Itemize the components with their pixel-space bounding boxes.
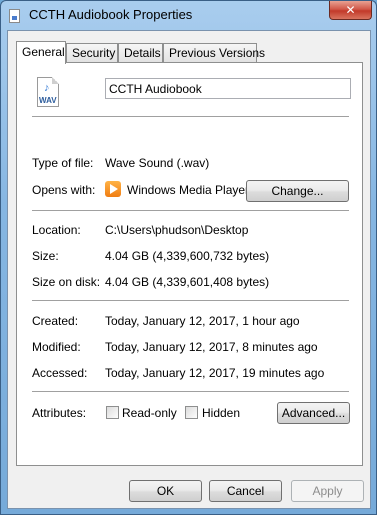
read-only-label[interactable]: Read-only: [122, 406, 177, 420]
separator: [32, 391, 349, 393]
accessed-label: Accessed:: [32, 366, 88, 380]
separator: [32, 300, 349, 302]
dialog-client-area: General Security Details Previous Versio…: [7, 30, 371, 509]
attributes-label: Attributes:: [32, 406, 87, 420]
ok-button[interactable]: OK: [129, 480, 202, 502]
properties-window: CCTH Audiobook Properties ✕ General Secu…: [0, 0, 377, 515]
read-only-checkbox[interactable]: [106, 406, 119, 419]
opens-with-value: Windows Media Player: [127, 183, 250, 197]
created-label: Created:: [32, 314, 79, 328]
general-tab-panel: ♪ WAV Type of file: Wave Sound (.wav) Op…: [16, 62, 363, 466]
close-button[interactable]: ✕: [329, 1, 372, 20]
separator: [32, 116, 349, 118]
tab-general[interactable]: General: [16, 41, 66, 64]
size-value: 4.04 GB (4,339,600,732 bytes): [105, 249, 270, 263]
file-icon: [9, 9, 20, 23]
music-note-icon: ♪: [44, 82, 50, 94]
file-name-input[interactable]: [105, 78, 351, 99]
separator: [32, 210, 349, 212]
created-value: Today, January 12, 2017, 1 hour ago: [105, 314, 300, 328]
wav-file-icon: ♪ WAV: [37, 77, 59, 107]
hidden-checkbox[interactable]: [185, 406, 198, 419]
window-title: CCTH Audiobook Properties: [29, 7, 193, 22]
advanced-button[interactable]: Advanced...: [277, 402, 350, 424]
tab-security[interactable]: Security: [66, 43, 118, 62]
title-bar[interactable]: CCTH Audiobook Properties ✕: [1, 1, 376, 31]
size-label: Size:: [32, 249, 59, 263]
tab-details[interactable]: Details: [118, 43, 163, 62]
size-on-disk-label: Size on disk:: [32, 275, 101, 289]
type-of-file-value: Wave Sound (.wav): [105, 156, 210, 170]
change-button[interactable]: Change...: [246, 180, 349, 202]
wav-icon-label: WAV: [39, 96, 57, 105]
type-of-file-label: Type of file:: [32, 156, 94, 170]
modified-value: Today, January 12, 2017, 8 minutes ago: [105, 340, 318, 354]
modified-label: Modified:: [32, 340, 81, 354]
location-label: Location:: [32, 223, 81, 237]
size-on-disk-value: 4.04 GB (4,339,601,408 bytes): [105, 275, 270, 289]
accessed-value: Today, January 12, 2017, 19 minutes ago: [105, 366, 325, 380]
cancel-button[interactable]: Cancel: [209, 480, 282, 502]
windows-media-player-icon: [105, 181, 121, 197]
hidden-label[interactable]: Hidden: [202, 406, 240, 420]
location-value: C:\Users\phudson\Desktop: [105, 223, 249, 237]
apply-button[interactable]: Apply: [291, 480, 364, 502]
tab-previous-versions[interactable]: Previous Versions: [163, 43, 265, 62]
opens-with-label: Opens with:: [32, 183, 96, 197]
